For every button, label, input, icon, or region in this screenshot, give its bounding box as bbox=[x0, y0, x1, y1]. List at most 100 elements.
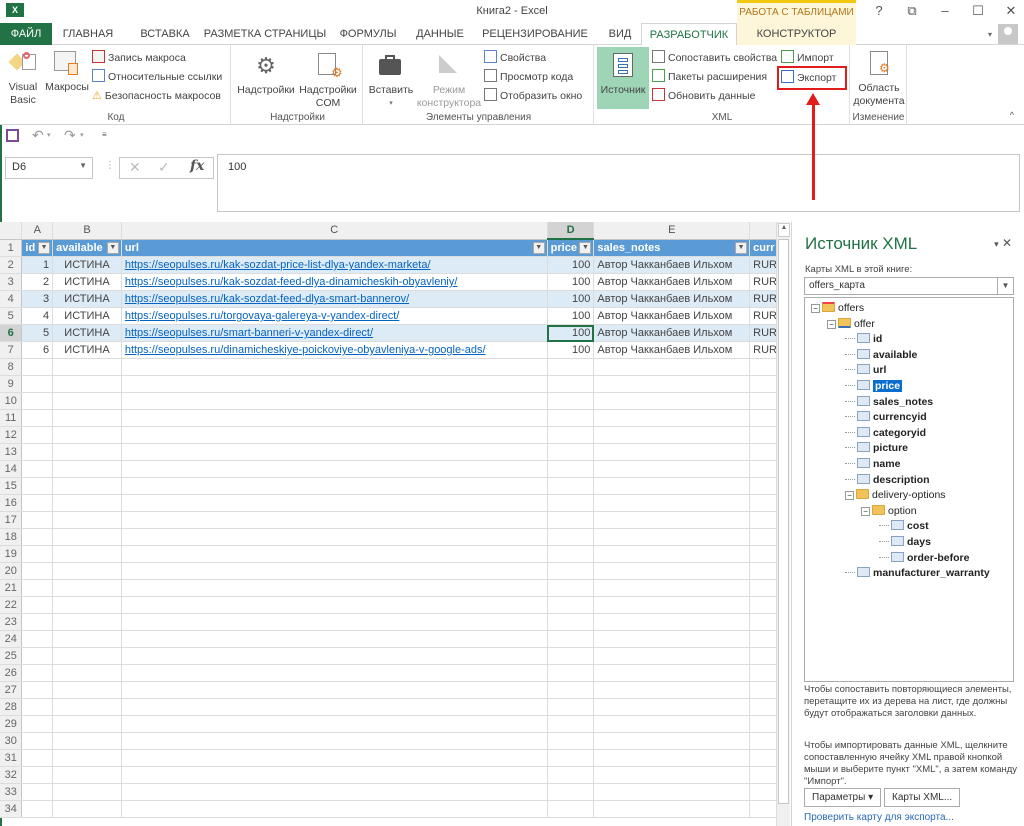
column-header[interactable]: A bbox=[21, 222, 54, 240]
empty-cell[interactable] bbox=[121, 596, 548, 614]
empty-cell[interactable] bbox=[21, 545, 54, 563]
empty-cell[interactable] bbox=[21, 800, 54, 818]
empty-cell[interactable] bbox=[593, 545, 751, 563]
xml-tree-node[interactable]: days bbox=[879, 535, 931, 550]
empty-cell[interactable] bbox=[547, 528, 595, 546]
empty-cell[interactable] bbox=[593, 715, 751, 733]
sales-notes-cell[interactable]: Автор Чакканбаев Ильхом bbox=[593, 256, 751, 274]
empty-cell[interactable] bbox=[21, 647, 54, 665]
column-header[interactable]: D bbox=[547, 222, 595, 240]
tab-home[interactable]: ГЛАВНАЯ bbox=[58, 23, 118, 45]
xml-tree-node[interactable]: description bbox=[845, 473, 930, 488]
empty-cell[interactable] bbox=[52, 460, 122, 478]
empty-cell[interactable] bbox=[547, 766, 595, 784]
empty-cell[interactable] bbox=[121, 766, 548, 784]
insert-control-button[interactable]: Вставить ▾ bbox=[366, 51, 416, 110]
table-header-cell[interactable]: price ▼ bbox=[547, 239, 595, 257]
formula-input[interactable]: 100 bbox=[217, 154, 1020, 212]
map-dropdown-icon[interactable]: ▼ bbox=[997, 278, 1013, 294]
collapse-icon[interactable]: − bbox=[811, 304, 820, 313]
url-link[interactable]: https://seopulses.ru/kak-sozdat-feed-dly… bbox=[121, 273, 548, 291]
xml-tree-node[interactable]: − delivery-options bbox=[845, 488, 946, 503]
row-header[interactable]: 2 bbox=[0, 256, 23, 274]
row-header[interactable]: 34 bbox=[0, 800, 23, 818]
empty-cell[interactable] bbox=[547, 375, 595, 393]
empty-cell[interactable] bbox=[52, 409, 122, 427]
cancel-icon[interactable]: ✕ bbox=[129, 159, 141, 176]
xml-maps-button[interactable]: Карты XML... bbox=[884, 788, 961, 807]
macro-security-button[interactable]: ⚠ Безопасность макросов bbox=[92, 87, 221, 105]
run-dialog-button[interactable]: Отобразить окно bbox=[484, 87, 582, 105]
visual-basic-button[interactable]: Visual Basic bbox=[4, 48, 42, 107]
row-header[interactable]: 19 bbox=[0, 545, 23, 563]
empty-cell[interactable] bbox=[21, 749, 54, 767]
pane-options-icon[interactable]: ▾ bbox=[994, 239, 999, 249]
empty-cell[interactable] bbox=[52, 358, 122, 376]
tab-page-layout[interactable]: РАЗМЕТКА СТРАНИЦЫ bbox=[200, 23, 330, 45]
available-cell[interactable]: ИСТИНА bbox=[52, 273, 122, 291]
empty-cell[interactable] bbox=[52, 749, 122, 767]
design-mode-button[interactable]: Режим конструктора bbox=[416, 51, 482, 110]
empty-cell[interactable] bbox=[52, 392, 122, 410]
available-cell[interactable]: ИСТИНА bbox=[52, 324, 122, 342]
empty-cell[interactable] bbox=[52, 494, 122, 512]
ribbon-display-icon[interactable]: ⧉ bbox=[905, 3, 919, 19]
options-button[interactable]: Параметры ▾ bbox=[804, 788, 882, 807]
verify-map-link[interactable]: Проверить карту для экспорта... bbox=[804, 812, 954, 823]
empty-cell[interactable] bbox=[21, 613, 54, 631]
empty-cell[interactable] bbox=[593, 409, 751, 427]
xml-tree-node[interactable]: currencyid bbox=[845, 410, 927, 425]
tab-file[interactable]: ФАЙЛ bbox=[0, 23, 52, 45]
row-header[interactable]: 7 bbox=[0, 341, 23, 359]
empty-cell[interactable] bbox=[121, 664, 548, 682]
empty-cell[interactable] bbox=[547, 460, 595, 478]
filter-dropdown-icon[interactable]: ▼ bbox=[38, 241, 51, 254]
xml-tree-node[interactable]: manufacturer_warranty bbox=[845, 566, 990, 581]
xml-tree-node[interactable]: − offer bbox=[827, 317, 875, 332]
empty-cell[interactable] bbox=[121, 409, 548, 427]
collapse-icon[interactable]: − bbox=[845, 491, 854, 501]
empty-cell[interactable] bbox=[593, 443, 751, 461]
empty-cell[interactable] bbox=[21, 460, 54, 478]
undo-icon[interactable]: ↶ bbox=[32, 127, 44, 144]
row-header[interactable]: 31 bbox=[0, 749, 23, 767]
price-cell[interactable]: 100 bbox=[547, 324, 595, 342]
empty-cell[interactable] bbox=[52, 426, 122, 444]
xml-tree-node[interactable]: name bbox=[845, 457, 900, 472]
empty-cell[interactable] bbox=[121, 528, 548, 546]
select-all-corner[interactable] bbox=[0, 222, 23, 240]
document-panel-button[interactable]: ⚙ Область документа bbox=[853, 49, 905, 108]
row-header[interactable]: 33 bbox=[0, 783, 23, 801]
empty-cell[interactable] bbox=[21, 477, 54, 495]
row-header[interactable]: 30 bbox=[0, 732, 23, 750]
help-icon[interactable]: ? bbox=[872, 3, 886, 19]
empty-cell[interactable] bbox=[547, 613, 595, 631]
empty-cell[interactable] bbox=[21, 579, 54, 597]
empty-cell[interactable] bbox=[21, 392, 54, 410]
com-addins-button[interactable]: ⚙ Надстройки COM bbox=[297, 51, 359, 110]
import-button[interactable]: Импорт bbox=[781, 49, 834, 67]
vertical-scrollbar[interactable]: ▲ bbox=[776, 222, 790, 826]
sales-notes-cell[interactable]: Автор Чакканбаев Ильхом bbox=[593, 273, 751, 291]
empty-cell[interactable] bbox=[547, 409, 595, 427]
empty-cell[interactable] bbox=[121, 545, 548, 563]
sales-notes-cell[interactable]: Автор Чакканбаев Ильхом bbox=[593, 341, 751, 359]
relative-references-button[interactable]: Относительные ссылки bbox=[92, 68, 222, 86]
empty-cell[interactable] bbox=[593, 528, 751, 546]
empty-cell[interactable] bbox=[52, 664, 122, 682]
empty-cell[interactable] bbox=[547, 494, 595, 512]
addins-button[interactable]: ⚙ Надстройки bbox=[236, 51, 296, 97]
empty-cell[interactable] bbox=[593, 647, 751, 665]
empty-cell[interactable] bbox=[593, 392, 751, 410]
empty-cell[interactable] bbox=[52, 647, 122, 665]
xml-tree-node[interactable]: available bbox=[845, 348, 917, 363]
row-header[interactable]: 11 bbox=[0, 409, 23, 427]
maximize-icon[interactable]: ☐ bbox=[971, 3, 985, 19]
worksheet-grid[interactable]: A B C D E 1 id ▼ available ▼ url ▼ price ▼ sales_notes… bbox=[0, 222, 790, 826]
row-header[interactable]: 21 bbox=[0, 579, 23, 597]
price-cell[interactable]: 100 bbox=[547, 256, 595, 274]
empty-cell[interactable] bbox=[121, 800, 548, 818]
sales-notes-cell[interactable]: Автор Чакканбаев Ильхом bbox=[593, 290, 751, 308]
tab-design[interactable]: КОНСТРУКТОР bbox=[737, 23, 856, 45]
enter-icon[interactable]: ✓ bbox=[158, 159, 170, 176]
